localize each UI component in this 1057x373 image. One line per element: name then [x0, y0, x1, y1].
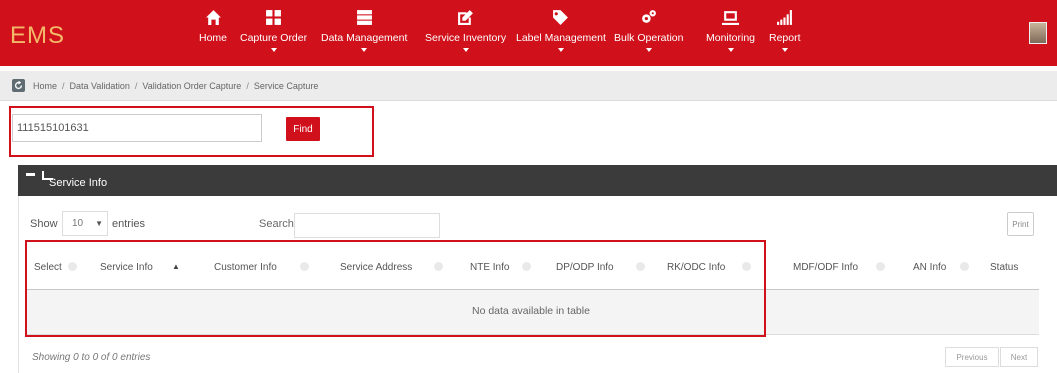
page-length-value: 10 — [72, 218, 84, 229]
breadcrumb-data-validation[interactable]: Data Validation — [70, 81, 130, 91]
nav-service-inventory[interactable]: Service Inventory — [425, 8, 506, 64]
refresh-icon[interactable] — [12, 79, 25, 92]
chevron-down-icon — [727, 48, 734, 52]
nav-report-label: Report — [769, 32, 801, 44]
nav-home[interactable]: Home — [199, 8, 227, 64]
previous-page-button[interactable]: Previous — [945, 347, 999, 367]
sort-icon — [876, 262, 885, 271]
nav-home-label: Home — [199, 32, 228, 44]
chevron-down-icon — [270, 48, 277, 52]
column-header-an-info[interactable]: AN Info — [913, 262, 946, 273]
tag-icon — [552, 8, 570, 26]
user-avatar[interactable] — [1029, 22, 1047, 44]
nav-capture-order-label: Capture Order — [240, 32, 308, 44]
table-search-input[interactable] — [294, 213, 440, 238]
chevron-down-icon — [781, 48, 788, 52]
monitor-icon — [722, 8, 740, 26]
chevron-down-icon — [557, 48, 564, 52]
nav-report[interactable]: Report — [769, 8, 801, 64]
breadcrumb-validation-order-capture[interactable]: Validation Order Capture — [142, 81, 241, 91]
nav-monitoring[interactable]: Monitoring — [706, 8, 755, 64]
nav-label-management[interactable]: Label Management — [516, 8, 606, 64]
collapse-icon[interactable] — [26, 173, 35, 176]
find-button[interactable]: Find — [286, 117, 320, 141]
service-id-input[interactable] — [12, 114, 262, 142]
grid-icon — [265, 8, 283, 26]
nav-monitoring-label: Monitoring — [706, 32, 756, 44]
column-header-mdf-odf-info[interactable]: MDF/ODF Info — [793, 262, 858, 273]
table-search-label: Search: — [259, 218, 297, 230]
breadcrumb-service-capture: Service Capture — [253, 80, 319, 91]
top-navbar: EMS Home Capture Order Data Management S… — [0, 0, 1057, 66]
edit-icon — [457, 8, 475, 26]
sort-icon — [960, 262, 969, 271]
entries-label: entries — [112, 218, 146, 230]
nav-bulk-operation-label: Bulk Operation — [614, 32, 684, 44]
nav-service-inventory-label: Service Inventory — [425, 32, 507, 44]
breadcrumb-separator: / — [62, 80, 65, 91]
breadcrumb-separator: / — [246, 80, 249, 91]
print-button[interactable]: Print — [1007, 212, 1034, 236]
table-info: Showing 0 to 0 of 0 entries — [32, 352, 151, 363]
chevron-down-icon — [462, 48, 469, 52]
panel-header: Service Info — [18, 165, 1057, 196]
page-length-select[interactable]: 10 ▼ — [62, 211, 108, 236]
table-highlight-frame — [25, 240, 766, 337]
breadcrumb-separator: / — [134, 80, 138, 91]
nav-data-management-label: Data Management — [321, 32, 408, 44]
breadcrumb-home[interactable]: Home — [33, 81, 57, 91]
nav-bulk-operation[interactable]: Bulk Operation — [614, 8, 683, 64]
home-icon — [204, 8, 222, 26]
chevron-down-icon — [361, 48, 368, 52]
panel-title: Service Info — [49, 177, 108, 189]
column-header-status[interactable]: Status — [990, 262, 1018, 273]
app-logo[interactable]: EMS — [10, 22, 65, 50]
chevron-down-icon: ▼ — [95, 219, 104, 228]
chevron-down-icon — [645, 48, 652, 52]
breadcrumb: Home / Data Validation / Validation Orde… — [0, 71, 1057, 101]
bar-chart-icon — [776, 8, 794, 26]
cogs-icon — [640, 8, 658, 26]
nav-data-management[interactable]: Data Management — [321, 8, 407, 64]
show-label: Show — [30, 218, 58, 230]
next-page-button[interactable]: Next — [1000, 347, 1038, 367]
server-icon — [355, 8, 373, 26]
nav-label-management-label: Label Management — [516, 32, 606, 44]
nav-capture-order[interactable]: Capture Order — [240, 8, 307, 64]
